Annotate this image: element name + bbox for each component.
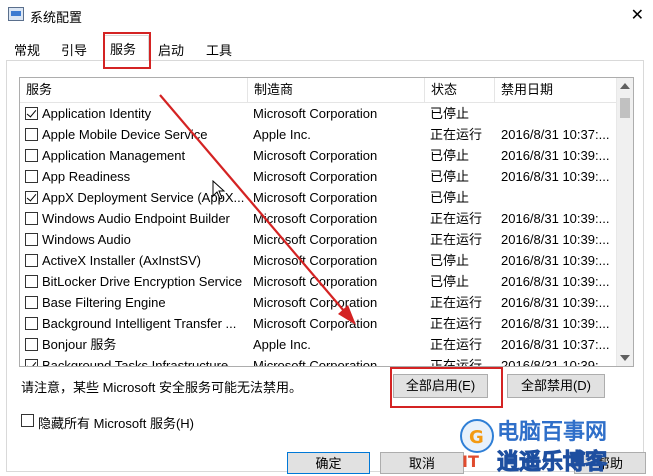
annotation-arrow (159, 94, 356, 325)
svg-text:IT: IT (462, 452, 479, 471)
watermark: G IT 电脑百事网 逍遥乐博客 (455, 410, 653, 475)
mouse-cursor-icon (212, 180, 226, 200)
watermark-line1: 电脑百事网 (497, 419, 608, 444)
watermark-line2: 逍遥乐博客 (496, 449, 608, 475)
svg-text:G: G (469, 427, 484, 448)
